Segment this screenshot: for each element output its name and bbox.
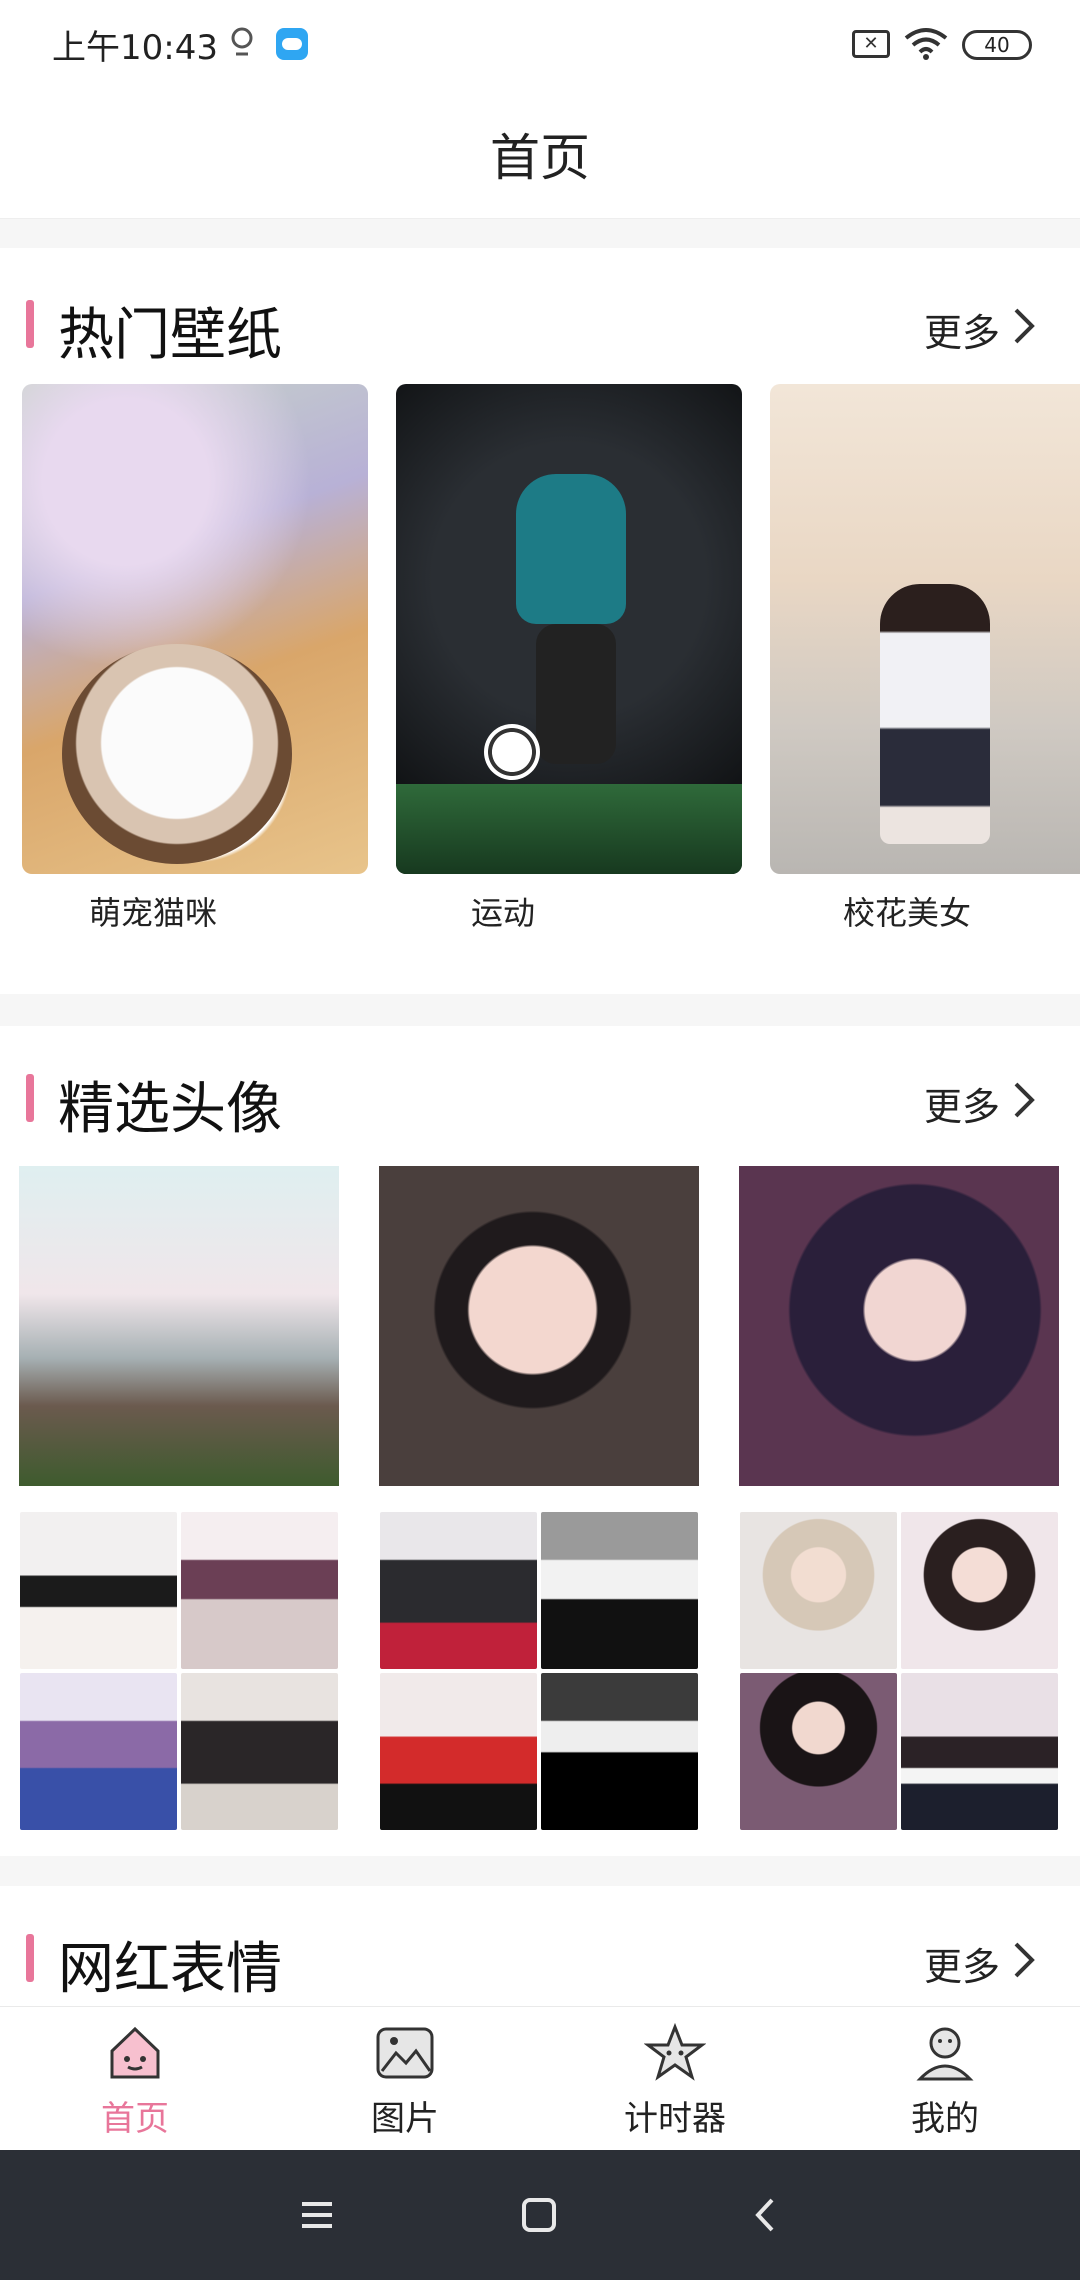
section-trending-emojis: 网红表情 更多: [0, 1886, 1080, 2006]
section-accent-bar: [26, 1934, 34, 1982]
section-title: 精选头像: [58, 1077, 282, 1142]
star-timer-icon: [644, 2023, 706, 2081]
avatar-collage[interactable]: [20, 1512, 338, 1830]
nav-home[interactable]: 首页: [0, 2007, 270, 2151]
wallpaper-label: 运动: [470, 894, 535, 932]
section-header: 精选头像 更多: [0, 1056, 1080, 1142]
wallpaper-carousel[interactable]: [0, 384, 1080, 884]
chevron-right-icon[interactable]: [1006, 1940, 1042, 1980]
location-pin-icon: [231, 27, 253, 56]
status-time: 上午10:43: [52, 28, 218, 68]
section-header: 网红表情 更多: [0, 1916, 1080, 2002]
home-icon: [110, 2026, 160, 2079]
more-link[interactable]: 更多: [924, 1076, 1000, 1131]
wallpaper-card-sport[interactable]: [396, 384, 742, 874]
nav-label: 首页: [101, 2099, 169, 2139]
wallpaper-label: 校花美女: [842, 894, 971, 932]
menu-icon[interactable]: [294, 2192, 340, 2238]
title-bar: 首页: [0, 88, 1080, 219]
section-accent-bar: [26, 300, 34, 348]
bottom-nav: 首页 图片 计时器 我的: [0, 2006, 1080, 2151]
section-header: 热门壁纸 更多: [0, 282, 1080, 368]
nav-profile[interactable]: 我的: [810, 2007, 1080, 2151]
section-title: 网红表情: [58, 1937, 282, 2002]
more-link[interactable]: 更多: [924, 1936, 1000, 1991]
wallpaper-card-cat[interactable]: [22, 384, 368, 874]
profile-icon: [916, 2027, 974, 2081]
chevron-right-icon[interactable]: [1006, 1080, 1042, 1120]
section-selected-avatars: 精选头像 更多: [0, 1026, 1080, 1856]
sim-blocked-icon: ✕: [852, 30, 890, 58]
system-nav-bar: [0, 2150, 1080, 2280]
more-link[interactable]: 更多: [924, 302, 1000, 357]
image-icon: [376, 2027, 434, 2079]
battery-icon: 40: [962, 30, 1032, 60]
wifi-icon: [904, 28, 948, 60]
avatar-card[interactable]: [379, 1166, 699, 1486]
avatar-card[interactable]: [739, 1166, 1059, 1486]
wallpaper-card-girl[interactable]: [770, 384, 1080, 874]
avatar-collage[interactable]: [380, 1512, 698, 1830]
section-title: 热门壁纸: [58, 303, 282, 368]
nav-label: 计时器: [624, 2099, 726, 2139]
section-hot-wallpapers: 热门壁纸 更多 萌宠猫咪 运动 校花美女: [0, 248, 1080, 994]
nav-timer[interactable]: 计时器: [540, 2007, 810, 2151]
status-bar: 上午10:43 ✕ 40: [0, 0, 1080, 88]
avatar-collage[interactable]: [740, 1512, 1058, 1830]
back-icon[interactable]: [744, 2192, 790, 2238]
chevron-right-icon[interactable]: [1006, 306, 1042, 346]
home-square-icon[interactable]: [516, 2192, 562, 2238]
wallpaper-label: 萌宠猫咪: [88, 894, 217, 932]
avatar-card[interactable]: [19, 1166, 339, 1486]
page-title: 首页: [490, 129, 590, 187]
section-accent-bar: [26, 1074, 34, 1122]
nav-label: 图片: [371, 2099, 439, 2139]
nav-images[interactable]: 图片: [270, 2007, 540, 2151]
cloud-app-icon: [276, 28, 308, 60]
nav-label: 我的: [911, 2099, 979, 2139]
